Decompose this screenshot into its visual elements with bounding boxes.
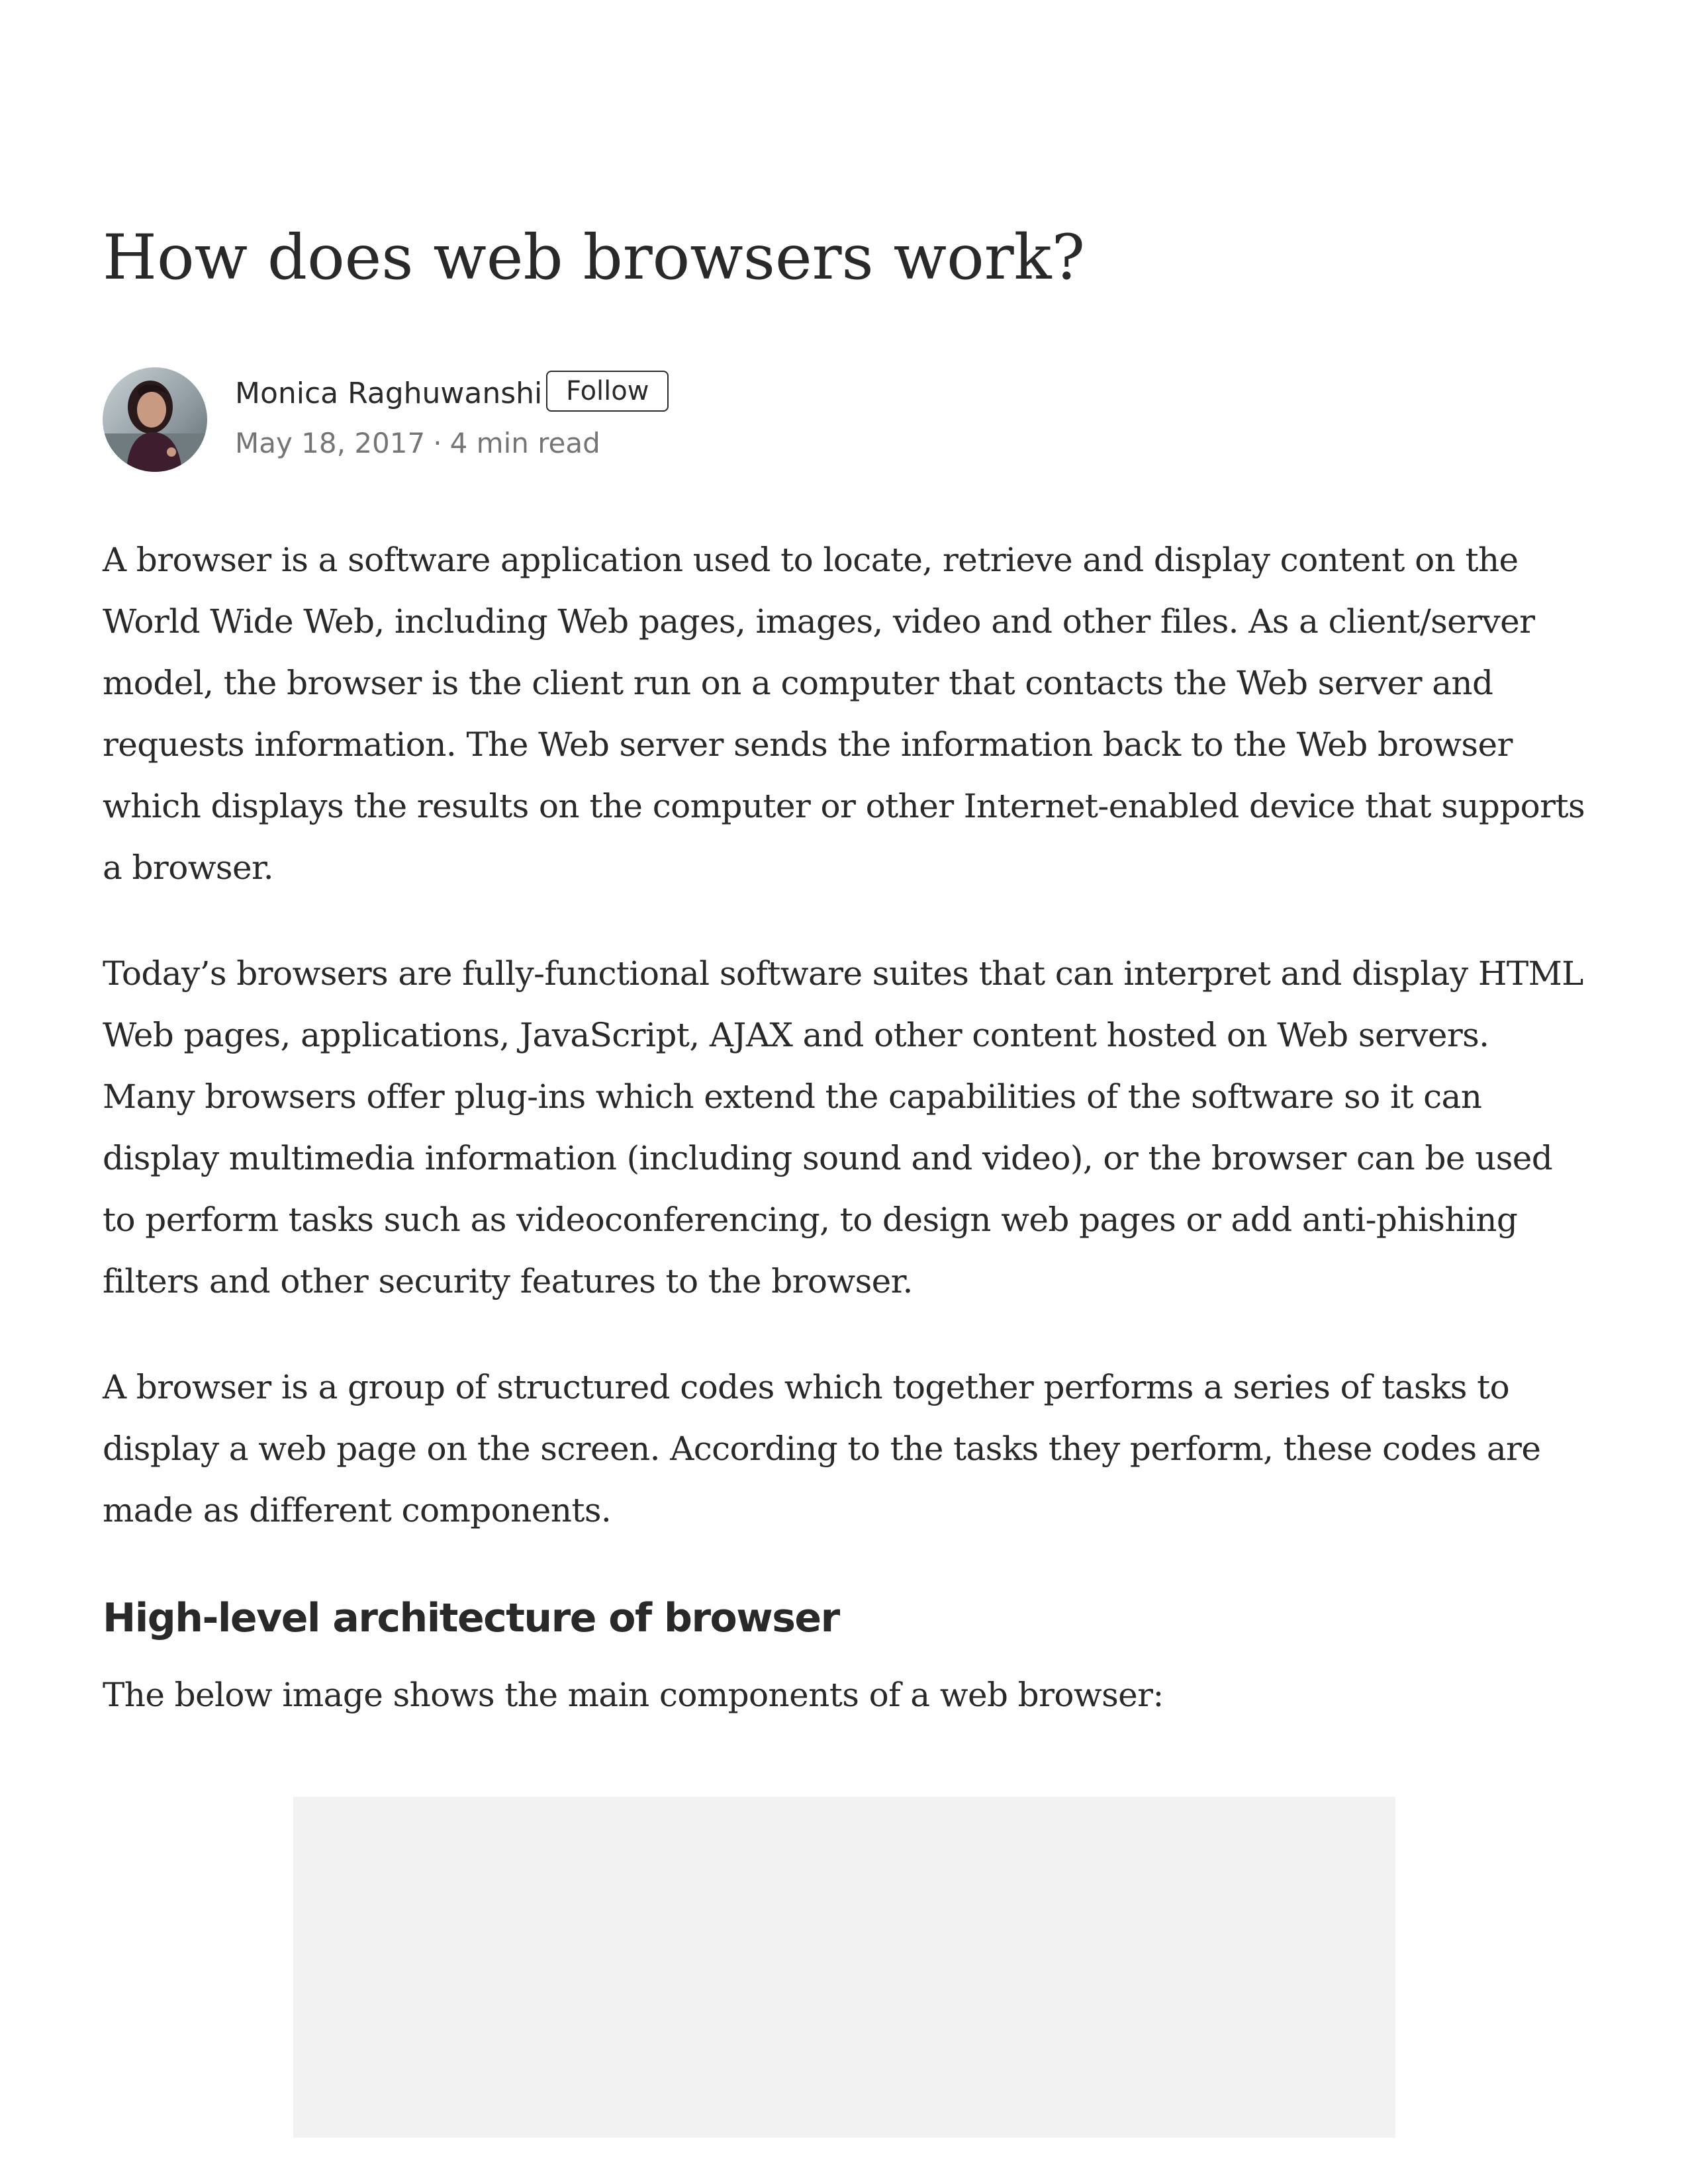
section-intro: The below image shows the main component…	[103, 1676, 1164, 1714]
publish-date[interactable]: May 18, 2017	[235, 427, 425, 459]
paragraph-2: Today’s browsers are fully-functional so…	[103, 954, 1583, 1300]
section-heading: High-level architecture of browser	[103, 1595, 840, 1641]
paragraph-1: A browser is a software application used…	[103, 541, 1585, 887]
author-byline: Monica Raghuwanshi Follow May 18, 2017 · 4…	[103, 361, 897, 473]
avatar-photo	[103, 367, 207, 472]
author-name[interactable]: Monica Raghuwanshi	[235, 374, 542, 414]
article-meta: May 18, 2017 · 4 min read	[235, 424, 600, 463]
paragraph-3: A browser is a group of structured codes…	[103, 1368, 1541, 1529]
read-time: 4 min read	[449, 427, 600, 459]
author-avatar[interactable]	[103, 367, 207, 472]
article-title: How does web browsers work?	[103, 222, 1085, 294]
follow-button[interactable]: Follow	[546, 371, 669, 412]
meta-separator: ·	[433, 427, 442, 459]
architecture-image-placeholder[interactable]	[293, 1797, 1395, 2138]
